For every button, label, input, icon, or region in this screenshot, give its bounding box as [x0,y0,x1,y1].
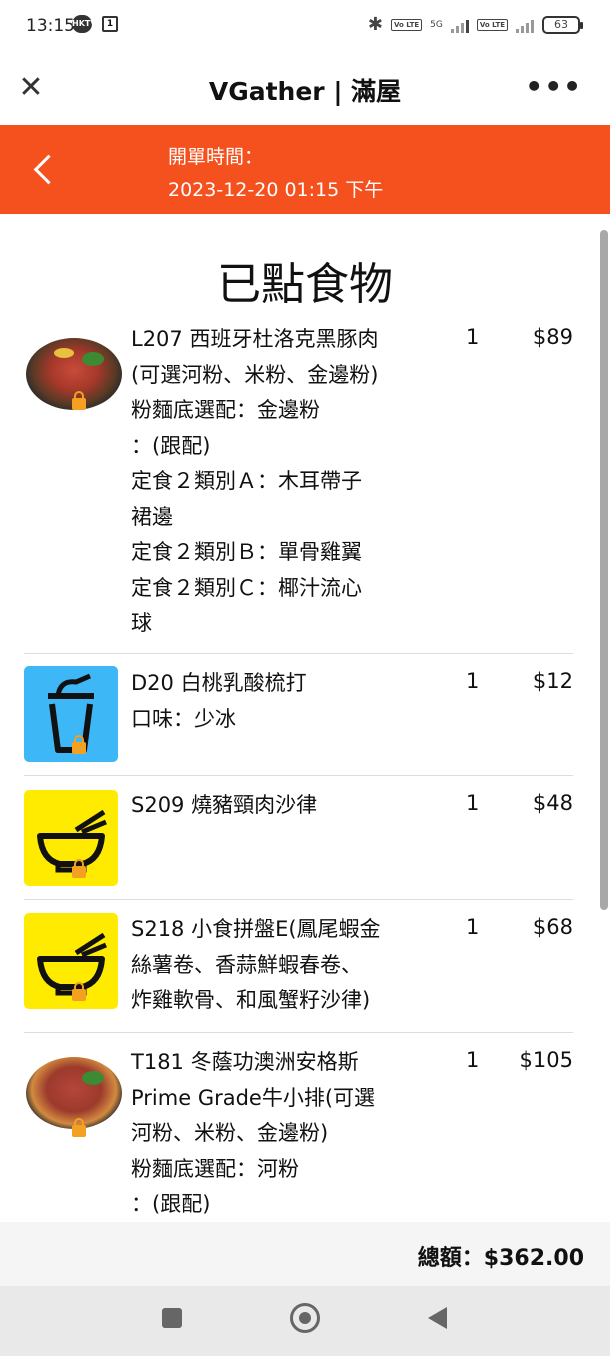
bowl-chopsticks-icon [24,790,118,886]
bowl-svg [37,932,107,996]
list-item[interactable]: T181 冬蔭功澳洲安格斯 Prime Grade牛小排(可選 河粉、米粉、金邊… [24,1033,573,1222]
volte-icon: Vo LTE [391,19,423,31]
list-item[interactable]: D20 白桃乳酸梳打 口味：少冰 1 $12 [24,654,573,776]
item-description: T181 冬蔭功澳洲安格斯 Prime Grade牛小排(可選 河粉、米粉、金邊… [131,1050,376,1216]
order-banner: 開單時間： 2023-12-20 01:15 下午 [0,125,610,214]
list-item[interactable]: L207 西班牙杜洛克黑豚肉 (可選河粉、米粉、金邊粉) 粉麵底選配：金邊粉 ：… [24,320,573,654]
item-description: L207 西班牙杜洛克黑豚肉 (可選河粉、米粉、金邊粉) 粉麵底選配：金邊粉 ：… [131,327,379,635]
item-description: D20 白桃乳酸梳打 口味：少冰 [131,671,307,731]
lock-icon [72,859,86,878]
hktv-notification-icon: HKTV [72,15,97,33]
item-price: $68 [532,915,573,939]
bluetooth-icon: ✱ [367,14,384,35]
scrollbar[interactable] [600,230,608,910]
app-title: VGather | 滿屋 [208,77,402,106]
beef-noodle-photo [26,1057,122,1129]
drink-cup-svg [48,673,94,753]
status-time: 13:15 [26,16,75,36]
bowl-svg [37,809,107,873]
signal-icon-2 [516,17,534,33]
item-quantity: 1 [466,791,480,815]
item-price: $105 [519,1048,573,1072]
list-item[interactable]: S209 燒豬頸肉沙律 1 $48 [24,776,573,900]
recent-apps-icon[interactable] [162,1308,182,1328]
notification-square-icon: 1 [102,16,118,32]
status-left-icons: HKTV 1 [72,15,118,33]
list-item[interactable]: S218 小食拼盤E(鳳尾蝦金 絲薯卷、香蒜鮮蝦春卷、 炸雞軟骨、和風蟹籽沙律)… [24,900,573,1033]
item-price: $89 [532,325,573,349]
signal-icon [450,17,469,33]
lock-icon [72,391,86,410]
more-horizontal-icon[interactable]: ••• [525,70,582,103]
back-triangle-icon[interactable] [428,1307,447,1329]
lock-icon [72,982,86,1001]
item-quantity: 1 [466,915,480,939]
section-title: 已點食物 [217,259,393,310]
total-value: $362.00 [483,1246,584,1271]
item-description: S218 小食拼盤E(鳳尾蝦金 絲薯卷、香蒜鮮蝦春卷、 炸雞軟骨、和風蟹籽沙律) [131,917,381,1012]
item-price: $12 [532,669,573,693]
order-total: 總額：$362.00 [418,1240,584,1272]
ordered-food-list: 已點食物 L207 西班牙杜洛克黑豚肉 (可選河粉、米粉、金邊粉) 粉麵底選配：… [0,226,610,1222]
home-icon[interactable] [290,1303,320,1333]
app-bar: ✕ VGather | 滿屋 ••• [0,56,610,125]
open-time-value: 2023-12-20 01:15 下午 [168,179,384,201]
item-quantity: 1 [466,669,480,693]
item-quantity: 1 [466,325,480,349]
item-description: S209 燒豬頸肉沙律 [131,793,318,817]
total-bar: 總額：$362.00 [0,1222,610,1286]
lock-icon [72,1118,86,1137]
drink-cup-icon [24,666,118,762]
volte-icon-2: Vo LTE [476,19,508,31]
item-quantity: 1 [466,1048,480,1072]
status-bar: 13:15 HKTV 1 ✱ Vo LTE 5G Vo LTE 63 [0,0,610,56]
bowl-chopsticks-icon [24,913,118,1009]
battery-icon: 63 [542,16,583,34]
lock-icon [72,735,86,754]
item-price: $48 [532,791,573,815]
network-type-label: 5G [430,20,443,30]
status-right-icons: ✱ Vo LTE 5G Vo LTE 63 [367,14,583,35]
back-chevron-icon[interactable] [28,147,58,191]
total-label: 總額： [417,1246,484,1271]
open-time-label: 開單時間： [168,146,264,168]
system-nav-bar [0,1286,610,1356]
